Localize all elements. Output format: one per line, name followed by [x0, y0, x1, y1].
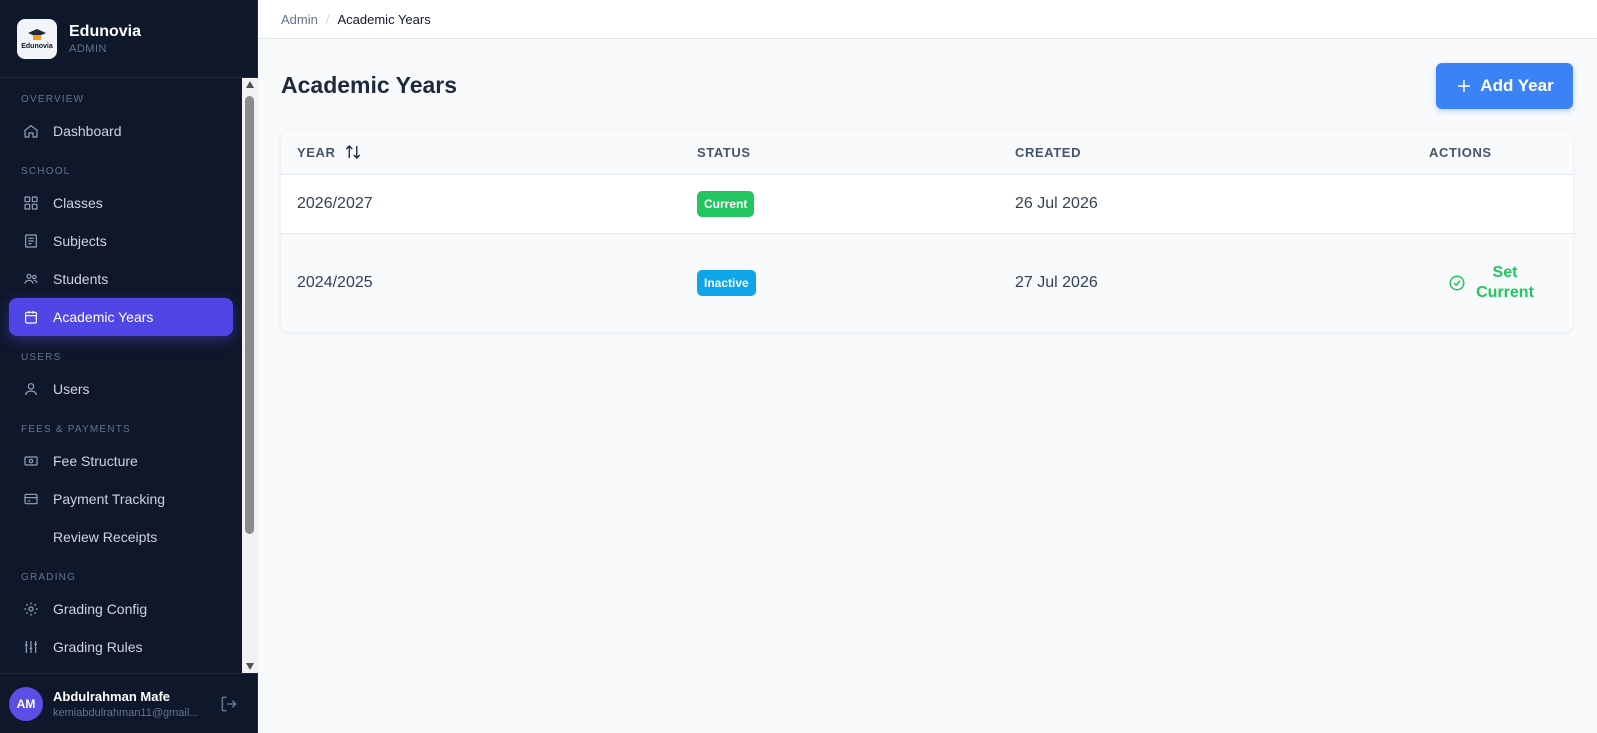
breadcrumb-admin-link[interactable]: Admin: [281, 12, 318, 27]
page-title: Academic Years: [281, 72, 458, 98]
sidebar-item-label: Grading Config: [53, 601, 148, 617]
sidebar-item-label: Fee Structure: [53, 453, 138, 469]
table-header: YEAR STATUS CREATED ACTIONS: [281, 130, 1573, 175]
column-header-actions: ACTIONS: [1429, 144, 1492, 160]
year-cell: 2026/2027: [297, 195, 373, 212]
sidebar-item-classes[interactable]: Classes: [9, 184, 233, 222]
column-header-year-label: YEAR: [297, 144, 336, 160]
status-badge: Current: [697, 191, 755, 217]
check-circle-icon: [1449, 275, 1465, 291]
sidebar-item-label: Dashboard: [53, 123, 122, 139]
card-icon: [23, 491, 39, 507]
section-title-grading: GRADING: [21, 572, 77, 583]
sidebar-item-grading-rules[interactable]: Grading Rules: [9, 628, 233, 666]
user-icon: [23, 381, 39, 397]
sidebar-item-label: Classes: [53, 195, 103, 211]
sidebar: Edunovia Edunovia ADMIN OVERVIEW Dashboa…: [0, 0, 258, 733]
column-header-year[interactable]: YEAR: [297, 143, 362, 161]
set-current-button[interactable]: Set Current: [1448, 263, 1536, 303]
column-header-status: STATUS: [697, 144, 751, 160]
sidebar-scrollbar[interactable]: [242, 78, 258, 673]
brand-header: Edunovia Edunovia ADMIN: [0, 0, 257, 78]
plus-icon: [1458, 80, 1471, 92]
sidebar-item-label: Subjects: [53, 233, 107, 249]
add-year-button[interactable]: Add Year: [1436, 63, 1573, 109]
sidebar-item-dashboard[interactable]: Dashboard: [9, 112, 233, 150]
sidebar-item-fee-structure[interactable]: Fee Structure: [9, 442, 233, 480]
add-year-button-label: Add Year: [1480, 76, 1554, 95]
logout-icon[interactable]: [219, 694, 239, 714]
users-icon: [23, 271, 39, 287]
money-icon: [23, 453, 39, 469]
brand-logo[interactable]: Edunovia: [17, 18, 57, 59]
sliders-icon: [23, 639, 39, 655]
grid-icon: [23, 195, 39, 211]
section-title-users: USERS: [21, 352, 62, 363]
breadcrumb-separator: /: [325, 11, 330, 27]
sidebar-nav: OVERVIEW Dashboard SCHOOL Classes Subjec…: [0, 78, 242, 673]
section-title-overview: OVERVIEW: [21, 94, 85, 105]
sidebar-item-label: Payment Tracking: [53, 491, 166, 507]
academic-years-table: YEAR STATUS CREATED ACTIONS 2026/2027 Cu…: [281, 130, 1573, 332]
gear-icon: [23, 601, 39, 617]
scroll-down-arrow-icon[interactable]: [246, 663, 254, 670]
brand-role: ADMIN: [69, 42, 107, 55]
status-badge: Inactive: [697, 270, 756, 296]
section-title-fees: FEES & PAYMENTS: [21, 424, 131, 435]
scrollbar-thumb[interactable]: [245, 96, 254, 534]
breadcrumb-current: Academic Years: [337, 11, 431, 27]
sidebar-item-label: Review Receipts: [53, 529, 158, 545]
graduation-cap-icon: [28, 28, 46, 40]
sidebar-item-label: Grading Rules: [53, 639, 143, 655]
table-row: 2024/2025 Inactive 27 Jul 2026 Set Curre…: [281, 234, 1573, 332]
logo-text: Edunovia: [21, 42, 53, 50]
table-row: 2026/2027 Current 26 Jul 2026: [281, 175, 1573, 234]
user-name: Abdulrahman Mafe: [53, 688, 171, 704]
sidebar-item-label: Academic Years: [53, 309, 154, 325]
set-current-label: Set Current: [1476, 264, 1534, 301]
sidebar-item-review-receipts[interactable]: Review Receipts: [9, 518, 233, 556]
sidebar-item-label: Users: [53, 381, 90, 397]
sidebar-item-label: Students: [53, 271, 109, 287]
sidebar-item-payment-tracking[interactable]: Payment Tracking: [9, 480, 233, 518]
breadcrumb: Admin / Academic Years: [258, 0, 1597, 39]
sidebar-item-students[interactable]: Students: [9, 260, 233, 298]
avatar[interactable]: AM: [9, 686, 43, 721]
section-title-school: SCHOOL: [21, 166, 71, 177]
user-footer: AM Abdulrahman Mafe kemiabdulrahman11@gm…: [0, 673, 258, 733]
home-icon: [23, 123, 39, 139]
book-icon: [23, 233, 39, 249]
created-cell: 27 Jul 2026: [1015, 274, 1098, 291]
sidebar-item-users[interactable]: Users: [9, 370, 233, 408]
scroll-up-arrow-icon[interactable]: [246, 81, 254, 88]
sort-icon[interactable]: [344, 143, 362, 161]
year-cell: 2024/2025: [297, 274, 373, 291]
calendar-icon: [23, 309, 39, 325]
user-email: kemiabdulrahman11@gmail...: [53, 706, 199, 719]
sidebar-item-academic-years[interactable]: Academic Years: [9, 298, 233, 336]
brand-name: Edunovia: [69, 22, 142, 40]
sidebar-item-grading-config[interactable]: Grading Config: [9, 590, 233, 628]
sidebar-item-subjects[interactable]: Subjects: [9, 222, 233, 260]
column-header-created: CREATED: [1015, 144, 1082, 160]
created-cell: 26 Jul 2026: [1015, 195, 1098, 212]
